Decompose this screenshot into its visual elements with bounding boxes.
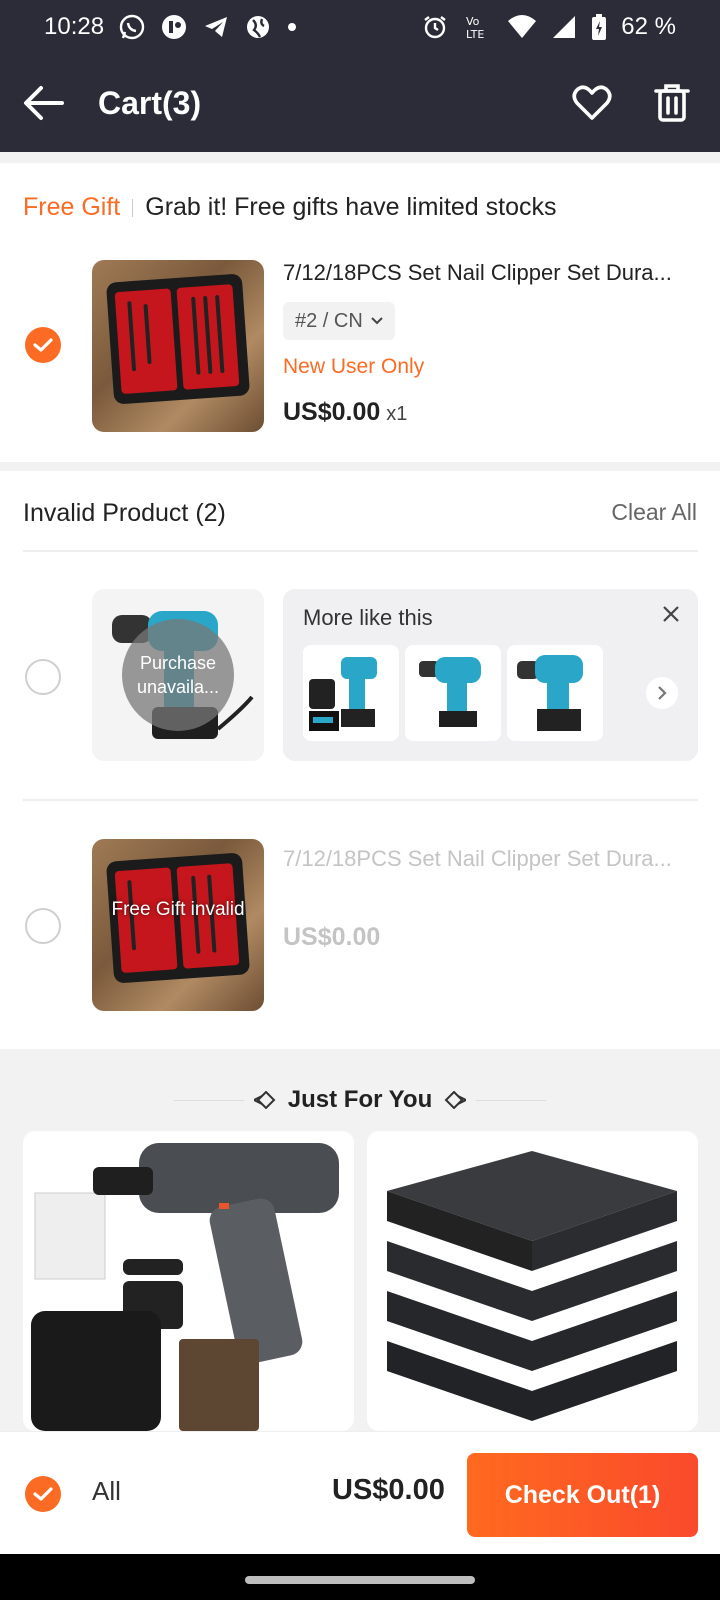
drill-battery-thumbnail-icon bbox=[517, 655, 583, 731]
diamond-right-icon bbox=[442, 1091, 467, 1109]
similar-product-3[interactable] bbox=[507, 645, 603, 741]
invalid-item-1-checkbox[interactable] bbox=[25, 659, 61, 695]
system-navigation-bar bbox=[0, 1554, 720, 1600]
alarm-icon bbox=[421, 13, 449, 41]
back-arrow-icon bbox=[22, 85, 64, 121]
home-gesture-handle[interactable] bbox=[245, 1576, 475, 1584]
app-bar: Cart(3) bbox=[0, 54, 720, 152]
divider bbox=[132, 198, 134, 217]
more-like-this-panel: More like this bbox=[283, 589, 698, 761]
recommendation-card-2[interactable] bbox=[367, 1131, 698, 1431]
clear-all-button[interactable]: Clear All bbox=[611, 499, 697, 526]
invalid-item-2-image[interactable]: Free Gift invalid bbox=[92, 839, 264, 1011]
checkout-bar: All US$0.00 Check Out(1) bbox=[0, 1431, 720, 1554]
more-like-this-title: More like this bbox=[303, 605, 433, 630]
free-gift-tag: Free Gift bbox=[23, 193, 121, 221]
similar-product-2[interactable] bbox=[405, 645, 501, 741]
invalid-item-2-name[interactable]: 7/12/18PCS Set Nail Clipper Set Dura... bbox=[283, 846, 698, 872]
signal-icon bbox=[551, 14, 577, 40]
close-icon[interactable] bbox=[662, 605, 680, 628]
free-gift-message: Grab it! Free gifts have limited stocks bbox=[145, 193, 557, 221]
cart-total: US$0.00 bbox=[332, 1474, 445, 1506]
cordless-drill-kit-image-icon bbox=[31, 1143, 339, 1431]
status-bar: 10:28 Vo LTE 62 % bbox=[0, 0, 720, 54]
gift-item-qty: x1 bbox=[386, 403, 408, 425]
delete-trash-icon[interactable] bbox=[654, 83, 690, 123]
drill-thumbnail-icon bbox=[419, 657, 481, 727]
svg-text:LTE: LTE bbox=[466, 28, 484, 41]
wifi-icon bbox=[507, 14, 537, 40]
checkmark-icon bbox=[33, 1487, 53, 1501]
svg-text:Vo: Vo bbox=[466, 15, 480, 28]
gift-item-name[interactable]: 7/12/18PCS Set Nail Clipper Set Dura... bbox=[283, 260, 698, 286]
battery-percent: 62 % bbox=[621, 13, 676, 40]
app-icon bbox=[160, 13, 188, 41]
invalid-products-section: Invalid Product (2) Clear All Purchase u… bbox=[0, 471, 720, 1049]
whatsapp-icon bbox=[118, 13, 146, 41]
similar-product-1[interactable] bbox=[303, 645, 399, 741]
globe-icon bbox=[244, 13, 272, 41]
gift-price-line: US$0.00 x1 bbox=[283, 398, 407, 427]
variant-selector[interactable]: #2 / CN bbox=[283, 302, 395, 340]
gift-item-checkbox[interactable] bbox=[25, 327, 61, 363]
dot-icon bbox=[286, 21, 298, 33]
acoustic-foam-panels-image-icon bbox=[387, 1151, 677, 1421]
status-time: 10:28 bbox=[44, 13, 105, 40]
back-button[interactable] bbox=[0, 54, 86, 152]
gift-item-image[interactable] bbox=[92, 260, 264, 432]
invalid-item-2-checkbox[interactable] bbox=[25, 908, 61, 944]
variant-label: #2 / CN bbox=[295, 309, 363, 332]
divider bbox=[23, 799, 698, 801]
wishlist-heart-icon[interactable] bbox=[572, 85, 612, 121]
free-gift-invalid-overlay: Free Gift invalid bbox=[111, 899, 245, 920]
page-title: Cart(3) bbox=[98, 84, 202, 121]
drill-kit-thumbnail-icon bbox=[309, 657, 377, 731]
select-all-checkbox[interactable] bbox=[25, 1476, 61, 1512]
diamond-left-icon bbox=[253, 1091, 278, 1109]
recommendation-card-1[interactable] bbox=[23, 1131, 354, 1431]
divider bbox=[23, 550, 698, 552]
invalid-item-1-image[interactable]: Purchase unavaila... bbox=[92, 589, 264, 761]
checkmark-icon bbox=[33, 338, 53, 352]
battery-icon bbox=[591, 13, 607, 41]
free-gift-section: Free Gift Grab it! Free gifts have limit… bbox=[0, 163, 720, 462]
just-for-you-heading: Just For You bbox=[0, 1080, 720, 1120]
free-gift-header: Free Gift Grab it! Free gifts have limit… bbox=[23, 193, 557, 222]
invalid-item-2-price: US$0.00 bbox=[283, 923, 381, 951]
gift-item-price: US$0.00 bbox=[283, 398, 381, 426]
chevron-down-icon bbox=[371, 317, 383, 325]
divider bbox=[476, 1099, 547, 1101]
invalid-products-title: Invalid Product (2) bbox=[23, 499, 226, 527]
select-all-label[interactable]: All bbox=[92, 1476, 121, 1507]
purchase-unavailable-overlay: Purchase unavaila... bbox=[122, 619, 234, 731]
new-user-badge: New User Only bbox=[283, 355, 425, 378]
just-for-you-title: Just For You bbox=[287, 1086, 433, 1113]
divider bbox=[173, 1099, 244, 1101]
volte-icon: Vo LTE bbox=[463, 13, 493, 41]
checkout-button[interactable]: Check Out(1) bbox=[467, 1453, 698, 1537]
telegram-icon bbox=[202, 13, 230, 41]
chevron-right-icon[interactable] bbox=[646, 677, 678, 709]
